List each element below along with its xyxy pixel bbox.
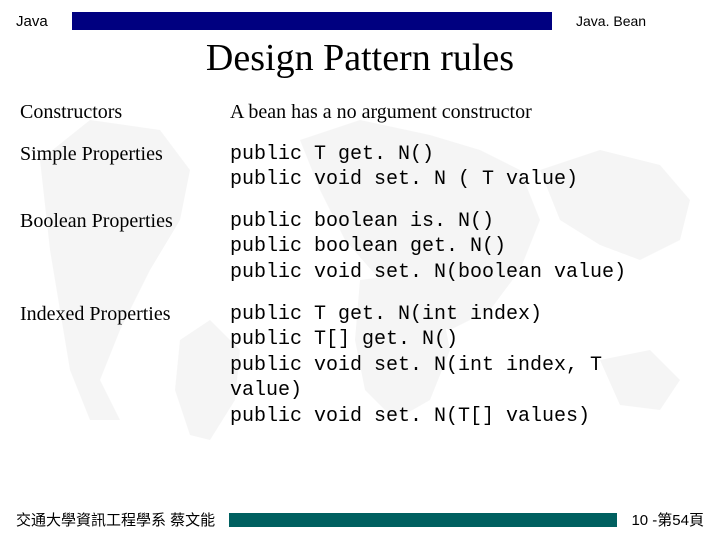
header-bar	[72, 12, 552, 30]
rule-label: Simple Properties	[16, 136, 226, 203]
footer-bar	[229, 513, 617, 527]
rule-row: ConstructorsA bean has a no argument con…	[16, 94, 704, 136]
rule-row: Simple Propertiespublic T get. N() publi…	[16, 136, 704, 203]
rule-code: public T get. N(int index) public T[] ge…	[226, 296, 704, 440]
rule-label: Indexed Properties	[16, 296, 226, 440]
rule-row: Indexed Propertiespublic T get. N(int in…	[16, 296, 704, 440]
rule-code: public T get. N() public void set. N ( T…	[226, 136, 704, 203]
footer-right-text: 10 -第54頁	[631, 509, 704, 530]
rules-table: ConstructorsA bean has a no argument con…	[16, 94, 704, 440]
rule-code: public boolean is. N() public boolean ge…	[226, 203, 704, 296]
rule-description: A bean has a no argument constructor	[226, 94, 704, 136]
slide-header: Java Java. Bean	[0, 0, 720, 34]
rule-label: Boolean Properties	[16, 203, 226, 296]
slide-footer: 交通大學資訊工程學系 蔡文能 10 -第54頁	[0, 509, 720, 530]
header-left-text: Java	[16, 13, 72, 30]
rule-row: Boolean Propertiespublic boolean is. N()…	[16, 203, 704, 296]
slide-title: Design Pattern rules	[0, 36, 720, 80]
footer-left-text: 交通大學資訊工程學系 蔡文能	[16, 509, 215, 530]
rule-label: Constructors	[16, 94, 226, 136]
header-right-text: Java. Bean	[552, 13, 646, 29]
